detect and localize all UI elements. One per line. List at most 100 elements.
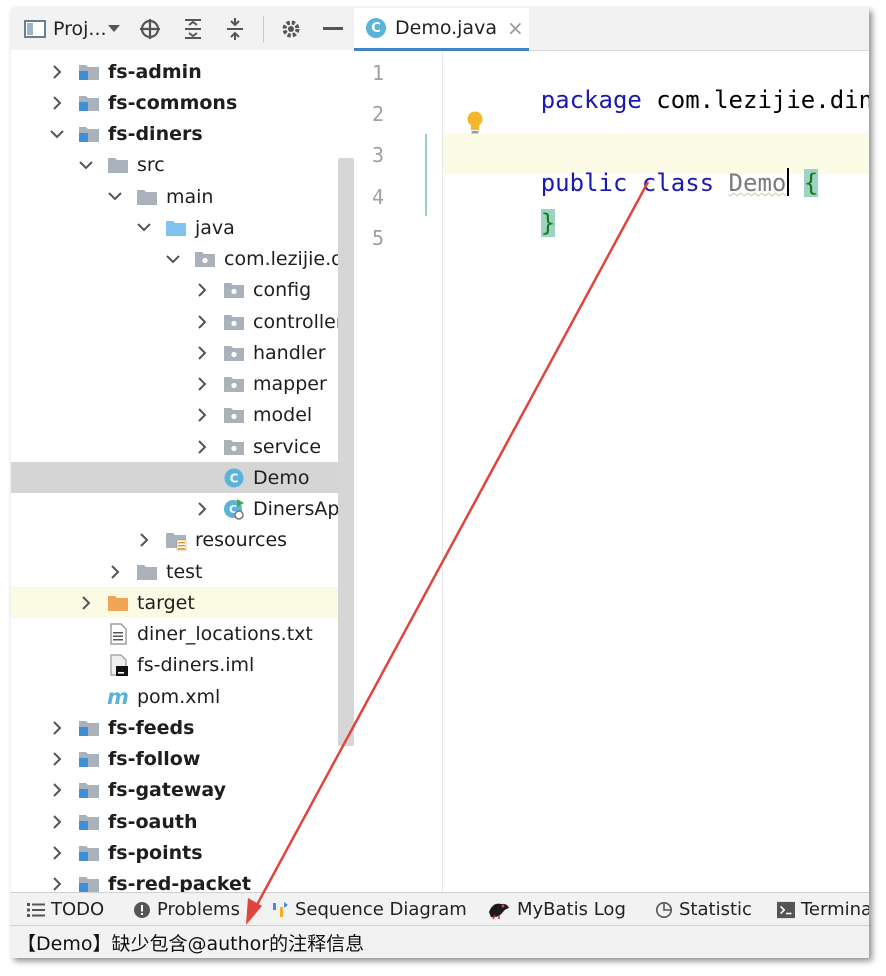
- folder-icon: [136, 186, 158, 208]
- gear-icon[interactable]: [279, 18, 303, 40]
- chevron-down-icon[interactable]: [164, 250, 182, 268]
- text-file-icon: [107, 623, 129, 645]
- chevron-right-icon[interactable]: [193, 281, 211, 299]
- tool-button-label: Sequence Diagram: [295, 899, 467, 920]
- tree-item-fs-commons[interactable]: fs-commons: [11, 87, 354, 118]
- chevron-right-icon[interactable]: [193, 375, 211, 393]
- class-icon: C: [223, 467, 245, 489]
- close-brace: }: [540, 209, 556, 237]
- chevron-right-icon[interactable]: [48, 719, 66, 737]
- tab-demo-java[interactable]: C Demo.java ×: [354, 8, 529, 51]
- tree-item-com-lezijie-diners[interactable]: com.lezijie.diners: [11, 244, 354, 275]
- tree-item-label: diner_locations.txt: [137, 623, 313, 645]
- chevron-right-icon[interactable]: [193, 313, 211, 331]
- line-number: 5: [371, 225, 384, 250]
- chevron-right-icon[interactable]: [48, 750, 66, 768]
- tool-button-problems[interactable]: Problems: [133, 893, 240, 926]
- tree-item-resources[interactable]: resources: [11, 525, 354, 556]
- tree-item-pom-xml[interactable]: m pom.xml: [11, 681, 354, 712]
- tree-item-target[interactable]: target: [11, 587, 354, 619]
- tree-item-label: test: [166, 560, 203, 583]
- chevron-down-icon[interactable]: [48, 125, 66, 143]
- tree-item-demo[interactable]: C Demo: [11, 462, 354, 494]
- project-view-title[interactable]: Proj...: [53, 18, 107, 40]
- expand-all-icon[interactable]: [181, 18, 205, 40]
- tree-item-model[interactable]: model: [11, 400, 354, 431]
- chevron-right-icon[interactable]: [48, 844, 66, 862]
- package-icon: [223, 279, 245, 301]
- chevron-right-icon[interactable]: [193, 438, 211, 456]
- locate-icon[interactable]: [138, 18, 162, 40]
- chevron-right-icon[interactable]: [193, 344, 211, 362]
- tool-button-mybatis-log[interactable]: MyBatis Log: [487, 893, 626, 926]
- dropdown-icon[interactable]: [107, 18, 121, 40]
- tree-item-controller[interactable]: controller: [11, 306, 354, 337]
- code-line-4[interactable]: }: [454, 181, 556, 265]
- tree-item-test[interactable]: test: [11, 556, 354, 587]
- resources-folder-icon: [165, 529, 187, 551]
- tree-item-fs-points[interactable]: fs-points: [11, 837, 354, 868]
- tree-item-fs-follow[interactable]: fs-follow: [11, 744, 354, 775]
- tree-item-label: model: [253, 404, 313, 427]
- module-folder-icon: [78, 717, 100, 739]
- tree-item-label: fs-follow: [108, 748, 201, 770]
- chevron-down-icon[interactable]: [77, 156, 95, 174]
- tree-item-fs-diners[interactable]: fs-diners: [11, 119, 354, 150]
- minimize-icon[interactable]: [321, 18, 345, 40]
- chevron-right-icon[interactable]: [135, 531, 153, 549]
- tool-button-sequence-diagram[interactable]: Sequence Diagram: [271, 893, 467, 926]
- tree-item-config[interactable]: config: [11, 275, 354, 306]
- code-line-1[interactable]: package com.lezijie.diners;: [454, 58, 869, 142]
- mybatis-bird-icon: [487, 901, 511, 919]
- chevron-right-icon[interactable]: [193, 500, 211, 518]
- chevron-right-icon[interactable]: [193, 406, 211, 424]
- close-icon[interactable]: ×: [507, 16, 524, 40]
- package-icon: [223, 311, 245, 333]
- tool-button-label: TODO: [51, 899, 105, 920]
- tree-item-label: mapper: [253, 373, 327, 395]
- excluded-folder-icon: [107, 592, 129, 614]
- chevron-right-icon[interactable]: [48, 813, 66, 831]
- class-icon: C: [366, 18, 386, 38]
- tool-button-todo[interactable]: TODO: [27, 893, 104, 926]
- chevron-down-icon[interactable]: [135, 219, 153, 237]
- tree-item-fs-admin[interactable]: fs-admin: [11, 56, 354, 87]
- tree-item-dinersapplication[interactable]: CDinersApplication: [11, 494, 354, 525]
- tree-item-mapper[interactable]: mapper: [11, 369, 354, 400]
- tool-button-terminal[interactable]: Terminal: [777, 893, 869, 926]
- tree-item-label: fs-admin: [108, 60, 202, 83]
- chevron-right-icon[interactable]: [106, 563, 124, 581]
- tree-item-label: controller: [253, 310, 344, 333]
- project-icon[interactable]: [23, 18, 47, 40]
- tree-item-label: resources: [195, 529, 288, 552]
- status-message: 【Demo】缺少包含@author的注释信息: [17, 933, 365, 955]
- tool-button-statistic[interactable]: Statistic: [655, 893, 752, 926]
- project-toolbar: Proj...: [11, 8, 354, 51]
- tree-item-label: fs-commons: [108, 91, 238, 114]
- tree-item-fs-diners-iml[interactable]: fs-diners.iml: [11, 650, 354, 681]
- tree-item-fs-oauth[interactable]: fs-oauth: [11, 806, 354, 837]
- chevron-right-icon[interactable]: [48, 781, 66, 799]
- tree-item-src[interactable]: src: [11, 150, 354, 181]
- chevron-right-icon[interactable]: [77, 594, 95, 612]
- chevron-down-icon[interactable]: [106, 188, 124, 206]
- tree-item-diner-locations-txt[interactable]: diner_locations.txt: [11, 619, 354, 650]
- package-icon: [223, 436, 245, 458]
- tree-item-handler[interactable]: handler: [11, 337, 354, 368]
- tree-item-fs-red-packet[interactable]: fs-red-packet: [11, 869, 354, 892]
- chevron-right-icon[interactable]: [48, 63, 66, 81]
- class-name: Demo: [728, 169, 787, 197]
- collapse-all-icon[interactable]: [223, 18, 247, 40]
- package-name: com.lezijie.diners;: [656, 86, 869, 114]
- tree-scrollbar[interactable]: [338, 158, 354, 746]
- tree-item-service[interactable]: service: [11, 431, 354, 462]
- tree-item-fs-gateway[interactable]: fs-gateway: [11, 775, 354, 806]
- tree-item-java[interactable]: java: [11, 212, 354, 243]
- tree-item-main[interactable]: main: [11, 181, 354, 212]
- chevron-right-icon[interactable]: [48, 875, 66, 892]
- package-icon: [223, 342, 245, 364]
- tool-window-bar: TODO Problems Sequence Diagram MyBatis Log S…: [11, 892, 869, 926]
- chevron-right-icon[interactable]: [48, 94, 66, 112]
- tree-item-fs-feeds[interactable]: fs-feeds: [11, 712, 354, 743]
- tool-button-label: Statistic: [679, 899, 752, 920]
